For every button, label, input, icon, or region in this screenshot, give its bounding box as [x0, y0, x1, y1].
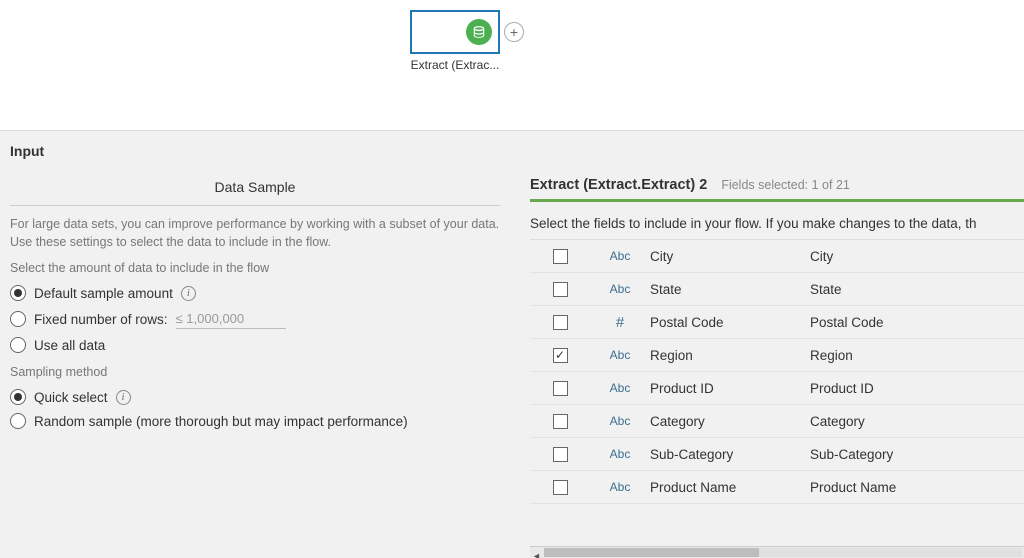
flow-node-extract[interactable]: Extract (Extrac... — [410, 10, 500, 72]
info-icon[interactable]: i — [181, 286, 196, 301]
field-name[interactable]: Category — [650, 414, 810, 429]
field-name[interactable]: State — [650, 282, 810, 297]
database-icon — [466, 19, 492, 45]
field-checkbox-cell[interactable] — [530, 348, 590, 363]
field-name[interactable]: Product Name — [650, 480, 810, 495]
node-box[interactable] — [410, 10, 500, 54]
fields-table: AbcCityCityAbcStateState#Postal CodePost… — [530, 239, 1024, 558]
field-checkbox-cell[interactable] — [530, 282, 590, 297]
radio-icon — [10, 389, 26, 405]
field-checkbox-cell[interactable] — [530, 315, 590, 330]
text-type-icon[interactable]: Abc — [590, 282, 650, 296]
checkbox-icon[interactable] — [553, 282, 568, 297]
radio-icon — [10, 311, 26, 327]
input-panel: Input Data Sample For large data sets, y… — [0, 130, 1024, 558]
field-original-name: Category — [810, 414, 1024, 429]
fields-section: Extract (Extract.Extract) 2 Fields selec… — [510, 167, 1024, 558]
panel-header: Input — [0, 131, 1024, 167]
number-type-icon[interactable]: # — [590, 314, 650, 331]
field-original-name: State — [810, 282, 1024, 297]
field-name[interactable]: Sub-Category — [650, 447, 810, 462]
field-original-name: Sub-Category — [810, 447, 1024, 462]
radio-default-sample[interactable]: Default sample amount i — [10, 281, 500, 305]
radio-label: Quick select — [34, 390, 108, 405]
text-type-icon[interactable]: Abc — [590, 249, 650, 263]
radio-label: Fixed number of rows: — [34, 312, 168, 327]
field-name[interactable]: Postal Code — [650, 315, 810, 330]
field-row[interactable]: AbcRegionRegion — [530, 339, 1024, 372]
checkbox-icon[interactable] — [553, 381, 568, 396]
field-checkbox-cell[interactable] — [530, 249, 590, 264]
add-step-button[interactable]: + — [504, 22, 524, 42]
field-original-name: Postal Code — [810, 315, 1024, 330]
data-sample-help: For large data sets, you can improve per… — [10, 206, 500, 261]
field-row[interactable]: AbcCategoryCategory — [530, 405, 1024, 438]
text-type-icon[interactable]: Abc — [590, 480, 650, 494]
radio-label: Use all data — [34, 338, 105, 353]
field-checkbox-cell[interactable] — [530, 480, 590, 495]
radio-label: Default sample amount — [34, 286, 173, 301]
fields-title: Extract (Extract.Extract) 2 — [530, 177, 707, 193]
field-original-name: Product ID — [810, 381, 1024, 396]
checkbox-icon[interactable] — [553, 315, 568, 330]
radio-random-sample[interactable]: Random sample (more thorough but may imp… — [10, 409, 500, 433]
scroll-thumb[interactable] — [544, 548, 759, 557]
checkbox-icon[interactable] — [553, 348, 568, 363]
checkbox-icon[interactable] — [553, 249, 568, 264]
field-original-name: City — [810, 249, 1024, 264]
field-original-name: Region — [810, 348, 1024, 363]
info-icon[interactable]: i — [116, 390, 131, 405]
radio-fixed-rows[interactable]: Fixed number of rows: — [10, 305, 500, 333]
data-sample-section: Data Sample For large data sets, you can… — [0, 167, 510, 558]
field-name[interactable]: Region — [650, 348, 810, 363]
text-type-icon[interactable]: Abc — [590, 447, 650, 461]
amount-label: Select the amount of data to include in … — [10, 261, 500, 281]
scroll-left-arrow-icon[interactable]: ◄ — [530, 551, 543, 558]
sampling-method-label: Sampling method — [10, 365, 500, 385]
checkbox-icon[interactable] — [553, 447, 568, 462]
node-label: Extract (Extrac... — [410, 58, 500, 72]
field-row[interactable]: AbcCityCity — [530, 240, 1024, 273]
field-row[interactable]: AbcProduct IDProduct ID — [530, 372, 1024, 405]
field-checkbox-cell[interactable] — [530, 414, 590, 429]
horizontal-scrollbar[interactable]: ◄ — [530, 546, 1024, 558]
checkbox-icon[interactable] — [553, 480, 568, 495]
text-type-icon[interactable]: Abc — [590, 414, 650, 428]
scroll-track[interactable] — [544, 548, 1022, 557]
field-checkbox-cell[interactable] — [530, 447, 590, 462]
fields-description: Select the fields to include in your flo… — [530, 216, 1024, 231]
field-row[interactable]: AbcProduct NameProduct Name — [530, 471, 1024, 504]
radio-quick-select[interactable]: Quick select i — [10, 385, 500, 409]
field-name[interactable]: Product ID — [650, 381, 810, 396]
flow-canvas[interactable]: Extract (Extrac... + — [0, 0, 1024, 130]
radio-icon — [10, 337, 26, 353]
field-quality-bar — [530, 199, 1024, 202]
fixed-rows-input[interactable] — [176, 309, 286, 329]
field-row[interactable]: AbcSub-CategorySub-Category — [530, 438, 1024, 471]
radio-icon — [10, 413, 26, 429]
checkbox-icon[interactable] — [553, 414, 568, 429]
field-row[interactable]: AbcStateState — [530, 273, 1024, 306]
field-row[interactable]: #Postal CodePostal Code — [530, 306, 1024, 339]
radio-label: Random sample (more thorough but may imp… — [34, 414, 408, 429]
field-checkbox-cell[interactable] — [530, 381, 590, 396]
text-type-icon[interactable]: Abc — [590, 381, 650, 395]
fields-count: Fields selected: 1 of 21 — [721, 178, 850, 192]
radio-use-all[interactable]: Use all data — [10, 333, 500, 357]
radio-icon — [10, 285, 26, 301]
text-type-icon[interactable]: Abc — [590, 348, 650, 362]
data-sample-title: Data Sample — [10, 167, 500, 206]
field-original-name: Product Name — [810, 480, 1024, 495]
field-name[interactable]: City — [650, 249, 810, 264]
